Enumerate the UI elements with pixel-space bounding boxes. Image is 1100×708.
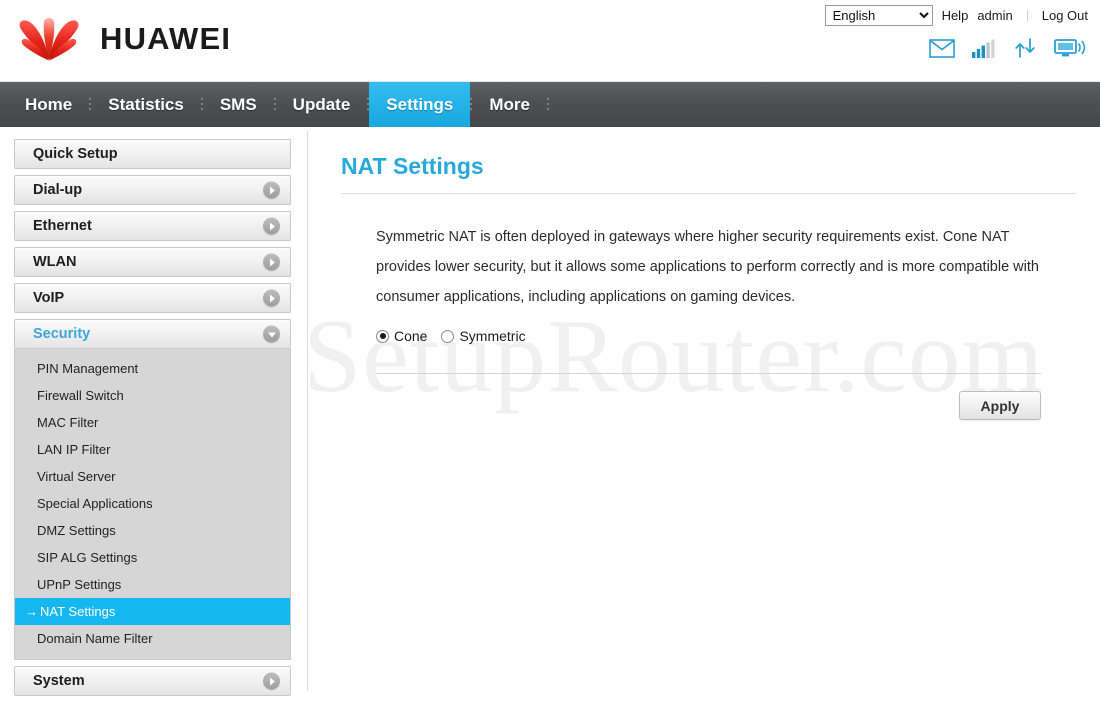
sidebar-item-label: DMZ Settings [37,523,116,538]
sidebar-section-label: WLAN [33,254,77,270]
page-title: NAT Settings [341,153,484,179]
sidebar-section-ethernet[interactable]: Ethernet [14,211,291,241]
sidebar-item-lan-ip-filter[interactable]: LAN IP Filter [15,436,290,463]
header-divider [1026,9,1028,21]
nav-item-statistics[interactable]: Statistics [91,82,201,127]
sidebar-section-label: VoIP [33,290,65,306]
sidebar-item-label: MAC Filter [37,415,99,430]
sidebar-item-virtual-server[interactable]: Virtual Server [15,463,290,490]
radio-cone-label: Cone [394,328,428,344]
status-icon-bar [825,38,1088,58]
sidebar-section-system[interactable]: System [14,666,291,696]
nav-item-home[interactable]: Home [8,82,89,127]
nav-item-update[interactable]: Update [276,82,368,127]
sidebar-section-wlan[interactable]: WLAN [14,247,291,277]
sidebar-item-label: Firewall Switch [37,388,124,403]
language-select[interactable]: English [824,4,933,26]
sidebar-item-label: Virtual Server [37,469,116,484]
sidebar-item-pin-management[interactable]: PIN Management [15,355,290,382]
account-link[interactable]: admin [977,8,1012,23]
device-monitor-icon[interactable] [1054,38,1086,58]
apply-button[interactable]: Apply [959,391,1041,420]
sidebar-section-security[interactable]: Security [14,319,291,349]
nat-mode-radio-group: Cone Symmetric [376,328,1100,344]
sidebar-item-special-applications[interactable]: Special Applications [15,490,290,517]
nav-item-more[interactable]: More [472,82,547,127]
envelope-icon[interactable] [929,38,955,58]
chevron-down-icon[interactable] [263,325,280,343]
signal-bars-icon[interactable] [972,39,996,58]
sidebar-item-label: NAT Settings [40,604,116,619]
title-divider [341,193,1076,194]
chevron-right-icon[interactable] [263,289,280,307]
sidebar-section-dial-up[interactable]: Dial-up [14,175,291,205]
sidebar-item-label: Domain Name Filter [37,631,153,646]
sidebar-item-dmz-settings[interactable]: DMZ Settings [15,517,290,544]
sidebar-item-upnp-settings[interactable]: UPnP Settings [15,571,290,598]
sidebar-section-quick-setup[interactable]: Quick Setup [14,139,291,169]
up-down-arrows-icon[interactable] [1013,38,1037,58]
radio-symmetric-indicator[interactable] [441,329,455,343]
sidebar-section-label: System [33,673,85,689]
sidebar-item-domain-name-filter[interactable]: Domain Name Filter [15,625,290,652]
page-body: Quick Setup Dial-up Ethernet WLAN VoIP S… [0,127,1100,708]
sidebar-item-firewall-switch[interactable]: Firewall Switch [15,382,290,409]
help-link[interactable]: Help [942,8,969,23]
form-divider [376,373,1041,374]
sidebar-item-sip-alg-settings[interactable]: SIP ALG Settings [15,544,290,571]
content-area: SetupRouter.com NAT Settings Symmetric N… [308,127,1100,708]
sidebar-section-voip[interactable]: VoIP [14,283,291,313]
nav-separator [546,82,549,127]
form-actions: Apply [376,391,1041,420]
radio-option-cone[interactable]: Cone [376,328,427,344]
nat-description: Symmetric NAT is often deployed in gatew… [376,229,1039,305]
sidebar-item-label: PIN Management [37,361,139,376]
chevron-right-icon[interactable] [263,181,280,199]
radio-symmetric-label: Symmetric [459,328,526,344]
sidebar-security-submenu: PIN Management Firewall Switch MAC Filte… [14,349,291,660]
nav-item-sms[interactable]: SMS [203,82,274,127]
sidebar-section-label: Security [33,326,91,342]
nav-item-settings[interactable]: Settings [369,82,471,127]
sidebar-item-mac-filter[interactable]: MAC Filter [15,409,290,436]
router-admin-page: HUAWEI English Help admin Log Out Home S… [0,0,1100,708]
page-header: HUAWEI English Help admin Log Out [0,0,1100,82]
header-right: English Help admin Log Out [824,4,1088,58]
chevron-right-icon[interactable] [263,217,280,235]
chevron-right-icon[interactable] [263,672,280,690]
sidebar: Quick Setup Dial-up Ethernet WLAN VoIP S… [0,127,308,708]
sidebar-item-label: UPnP Settings [37,577,122,592]
huawei-flower-logo [19,17,79,61]
selected-arrow-icon: → [25,604,38,619]
brand: HUAWEI [8,14,231,64]
radio-option-symmetric[interactable]: Symmetric [441,328,526,344]
logout-link[interactable]: Log Out [1042,8,1088,23]
sidebar-section-label: Ethernet [33,218,92,234]
chevron-right-icon[interactable] [263,253,280,271]
sidebar-item-nat-settings[interactable]: → NAT Settings [15,598,290,625]
brand-name: HUAWEI [100,21,232,56]
sidebar-item-label: Special Applications [37,496,153,511]
sidebar-item-label: LAN IP Filter [37,442,111,457]
sidebar-section-label: Dial-up [33,182,83,198]
radio-cone-indicator[interactable] [376,329,389,343]
sidebar-item-label: SIP ALG Settings [37,550,138,565]
main-navigation: Home Statistics SMS Update Settings More [0,82,1100,127]
sidebar-section-label: Quick Setup [33,146,118,162]
